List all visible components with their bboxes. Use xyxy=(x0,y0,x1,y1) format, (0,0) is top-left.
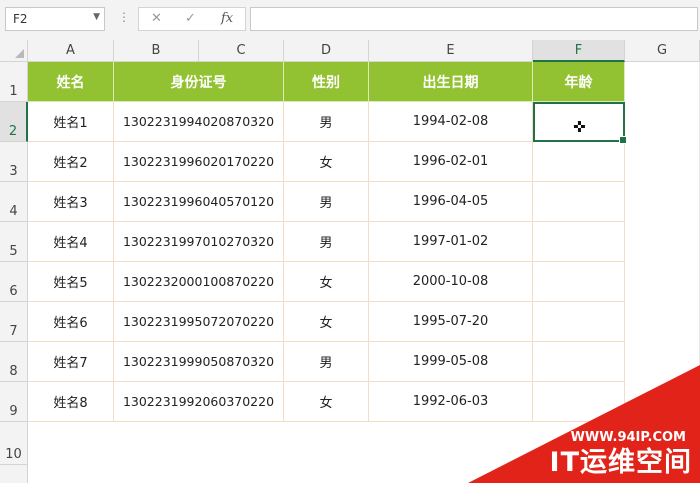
row-number: 8 xyxy=(9,364,18,379)
column-header-e[interactable]: E xyxy=(369,40,533,62)
watermark-name: IT运维空间 xyxy=(549,447,692,478)
column-header-g[interactable]: G xyxy=(625,40,700,62)
row-header-3[interactable]: 3 xyxy=(0,142,28,182)
cell-name[interactable]: 姓名8 xyxy=(28,382,114,422)
more-options-icon[interactable]: ⋮ xyxy=(118,10,131,24)
row-header-11[interactable] xyxy=(0,465,28,483)
cell-gender[interactable]: 男 xyxy=(284,102,369,142)
cell-name[interactable]: 姓名1 xyxy=(28,102,114,142)
cell-id[interactable]: 130223199602017022​0 xyxy=(114,142,284,182)
enter-icon[interactable]: ✓ xyxy=(185,11,196,26)
cell-birth-date[interactable]: 1995-07-20 xyxy=(369,302,533,342)
row-header-9[interactable]: 9 xyxy=(0,382,28,422)
formula-bar: F2 ▼ ⋮ ✕ ✓ fx xyxy=(0,0,700,41)
header-name[interactable]: 姓名 xyxy=(28,62,114,102)
row-header-10[interactable]: 10 xyxy=(0,422,28,465)
cell-name[interactable]: 姓名6 xyxy=(28,302,114,342)
cell-id[interactable]: 130223199206037022​0 xyxy=(114,382,284,422)
row-header-7[interactable]: 7 xyxy=(0,302,28,342)
cell-name[interactable]: 姓名4 xyxy=(28,222,114,262)
cell-gender[interactable]: 男 xyxy=(284,222,369,262)
cell-gender[interactable]: 女 xyxy=(284,302,369,342)
cell-gender[interactable]: 男 xyxy=(284,182,369,222)
cell-id[interactable]: 130223199402087032​0 xyxy=(114,102,284,142)
cell-birth-date[interactable]: 1994-02-08 xyxy=(369,102,533,142)
insert-function-icon[interactable]: fx xyxy=(221,11,233,26)
row-number: 6 xyxy=(9,284,18,299)
cancel-icon[interactable]: ✕ xyxy=(151,11,162,26)
cell-id[interactable]: 130223200010087022​0 xyxy=(114,262,284,302)
header-birth-date[interactable]: 出生日期 xyxy=(369,62,533,102)
cell-gender[interactable]: 女 xyxy=(284,382,369,422)
header-gender[interactable]: 性别 xyxy=(284,62,369,102)
row-header-8[interactable]: 8 xyxy=(0,342,28,382)
cell-age[interactable] xyxy=(533,302,625,342)
cell-age[interactable] xyxy=(533,142,625,182)
select-all-icon xyxy=(15,49,24,58)
cell-age[interactable] xyxy=(533,182,625,222)
row-header-4[interactable]: 4 xyxy=(0,182,28,222)
cell-cursor-icon: ✜ xyxy=(573,118,586,136)
row-number: 5 xyxy=(9,244,18,259)
cell-age[interactable] xyxy=(533,222,625,262)
cell-birth-date[interactable]: 2000-10-08 xyxy=(369,262,533,302)
select-all-button[interactable] xyxy=(0,40,28,62)
header-id[interactable]: 身份证号 xyxy=(114,62,284,102)
cell-name[interactable]: 姓名5 xyxy=(28,262,114,302)
cell-gender[interactable]: 男 xyxy=(284,342,369,382)
row-header-6[interactable]: 6 xyxy=(0,262,28,302)
row-number: 9 xyxy=(9,404,18,419)
cell-gender[interactable]: 女 xyxy=(284,262,369,302)
cell-birth-date[interactable]: 1997-01-02 xyxy=(369,222,533,262)
cell-name[interactable]: 姓名7 xyxy=(28,342,114,382)
cell-birth-date[interactable]: 1996-04-05 xyxy=(369,182,533,222)
column-header-f[interactable]: F xyxy=(533,40,625,62)
column-header-d[interactable]: D xyxy=(284,40,369,62)
formula-buttons: ✕ ✓ fx xyxy=(138,7,246,31)
row-number: 7 xyxy=(9,324,18,339)
chevron-down-icon[interactable]: ▼ xyxy=(93,12,100,22)
row-number: 3 xyxy=(9,164,18,179)
row-number: 4 xyxy=(9,204,18,219)
cell-name[interactable]: 姓名3 xyxy=(28,182,114,222)
column-header-a[interactable]: A xyxy=(28,40,114,62)
cell-id[interactable]: 130223199701027032​0 xyxy=(114,222,284,262)
row-number: 1 xyxy=(9,84,18,99)
cell-gender[interactable]: 女 xyxy=(284,142,369,182)
column-header-c[interactable]: C xyxy=(199,40,284,62)
formula-input[interactable] xyxy=(250,7,698,31)
name-box-value: F2 xyxy=(13,12,28,26)
row-header-1[interactable]: 1 xyxy=(0,62,28,102)
header-age[interactable]: 年龄 xyxy=(533,62,625,102)
watermark: WWW.94IP.COM IT运维空间 xyxy=(468,365,700,483)
cell-id[interactable]: 130223199507207022​0 xyxy=(114,302,284,342)
fill-handle[interactable] xyxy=(619,136,627,144)
cell-name[interactable]: 姓名2 xyxy=(28,142,114,182)
cell-birth-date[interactable]: 1996-02-01 xyxy=(369,142,533,182)
row-header-5[interactable]: 5 xyxy=(0,222,28,262)
cell-id[interactable]: 130223199905087032​0 xyxy=(114,342,284,382)
row-header-2[interactable]: 2 xyxy=(0,102,28,142)
cell-id[interactable]: 130223199604057012​0 xyxy=(114,182,284,222)
name-box[interactable]: F2 ▼ xyxy=(5,7,105,31)
spreadsheet-grid: A B C D E F G 1 2 3 4 5 6 7 8 9 10 姓名 身份… xyxy=(0,40,700,483)
row-number: 2 xyxy=(8,124,18,139)
row-number: 10 xyxy=(5,447,22,462)
column-header-b[interactable]: B xyxy=(114,40,199,62)
cell-age[interactable] xyxy=(533,262,625,302)
